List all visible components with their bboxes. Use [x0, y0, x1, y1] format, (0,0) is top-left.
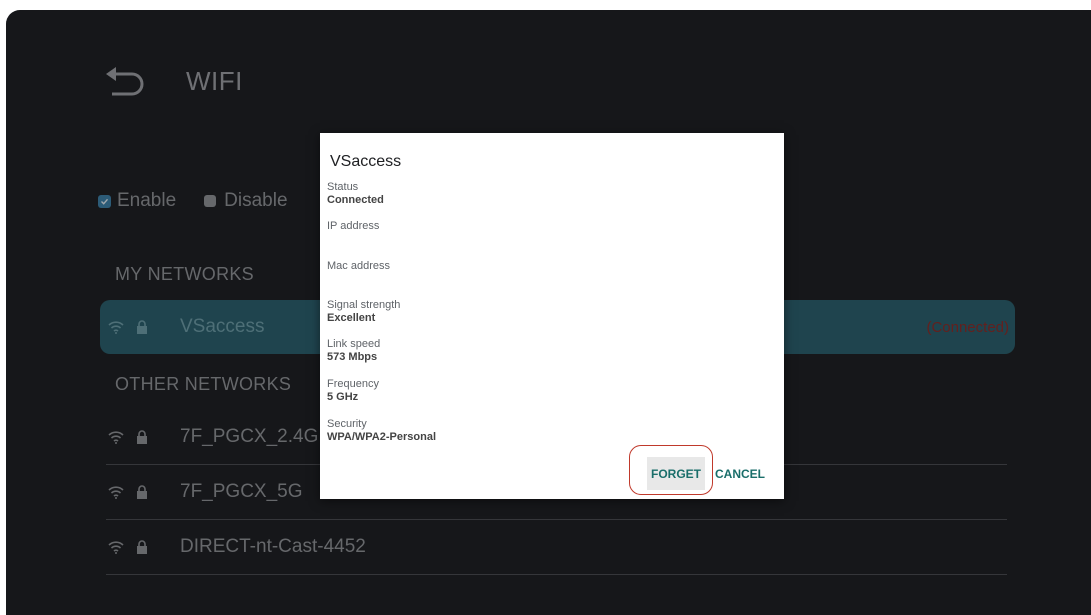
lock-icon — [136, 320, 148, 334]
network-ssid: VSaccess — [180, 316, 265, 337]
forget-button[interactable]: FORGET — [647, 457, 705, 490]
field-link-speed: Link speed 573 Mbps — [327, 338, 380, 364]
enable-label: Enable — [117, 190, 177, 211]
field-ip-address: IP address — [327, 220, 379, 233]
network-ssid: DIRECT-nt-Cast-4452 — [180, 536, 366, 557]
checkbox-checked-icon[interactable] — [98, 194, 111, 208]
connection-status: (Connected) — [926, 318, 1009, 336]
other-networks-heading: OTHER NETWORKS — [115, 374, 292, 394]
checkbox-unchecked-icon[interactable] — [204, 195, 217, 207]
field-label: Frequency — [327, 378, 379, 390]
back-arrow-icon[interactable] — [102, 64, 148, 104]
lock-icon — [136, 540, 148, 554]
field-status: Status Connected — [327, 181, 384, 207]
dialog-title: VSaccess — [330, 153, 402, 170]
wifi-icon — [108, 485, 124, 499]
network-ssid: 7F_PGCX_5G — [180, 481, 303, 502]
field-label: Signal strength — [327, 299, 401, 311]
enable-option[interactable]: Enable — [98, 190, 176, 212]
field-value: 5 GHz — [327, 391, 359, 403]
field-value: Connected — [327, 194, 384, 206]
field-value: Excellent — [327, 312, 376, 324]
cancel-button[interactable]: CANCEL — [715, 457, 765, 490]
wifi-icon — [108, 540, 124, 554]
lock-icon — [136, 430, 148, 444]
field-label: IP address — [327, 220, 380, 232]
wifi-mode-options: Enable Disable — [98, 190, 316, 212]
field-label: Mac address — [327, 260, 390, 272]
lock-icon — [136, 485, 148, 499]
field-value: 573 Mbps — [327, 351, 378, 363]
network-row-direct-nt-cast-4452[interactable]: DIRECT-nt-Cast-4452 — [100, 520, 1015, 574]
disable-option[interactable]: Disable — [204, 190, 288, 212]
field-label: Link speed — [327, 338, 381, 350]
row-divider — [106, 574, 1007, 575]
field-mac-address: Mac address — [327, 260, 390, 273]
network-details-dialog: VSaccess Status Connected IP address Mac… — [320, 133, 784, 499]
wifi-icon — [108, 320, 124, 334]
field-label: Security — [327, 418, 367, 430]
my-networks-heading: MY NETWORKS — [115, 264, 254, 284]
field-value: WPA/WPA2-Personal — [327, 431, 436, 443]
wifi-icon — [108, 430, 124, 444]
field-signal-strength: Signal strength Excellent — [327, 299, 400, 325]
field-label: Status — [327, 181, 359, 193]
disable-label: Disable — [224, 190, 288, 211]
network-ssid: 7F_PGCX_2.4G — [180, 426, 319, 447]
field-security: Security WPA/WPA2-Personal — [327, 418, 436, 444]
page-title: WIFI — [186, 66, 243, 96]
field-frequency: Frequency 5 GHz — [327, 378, 379, 404]
